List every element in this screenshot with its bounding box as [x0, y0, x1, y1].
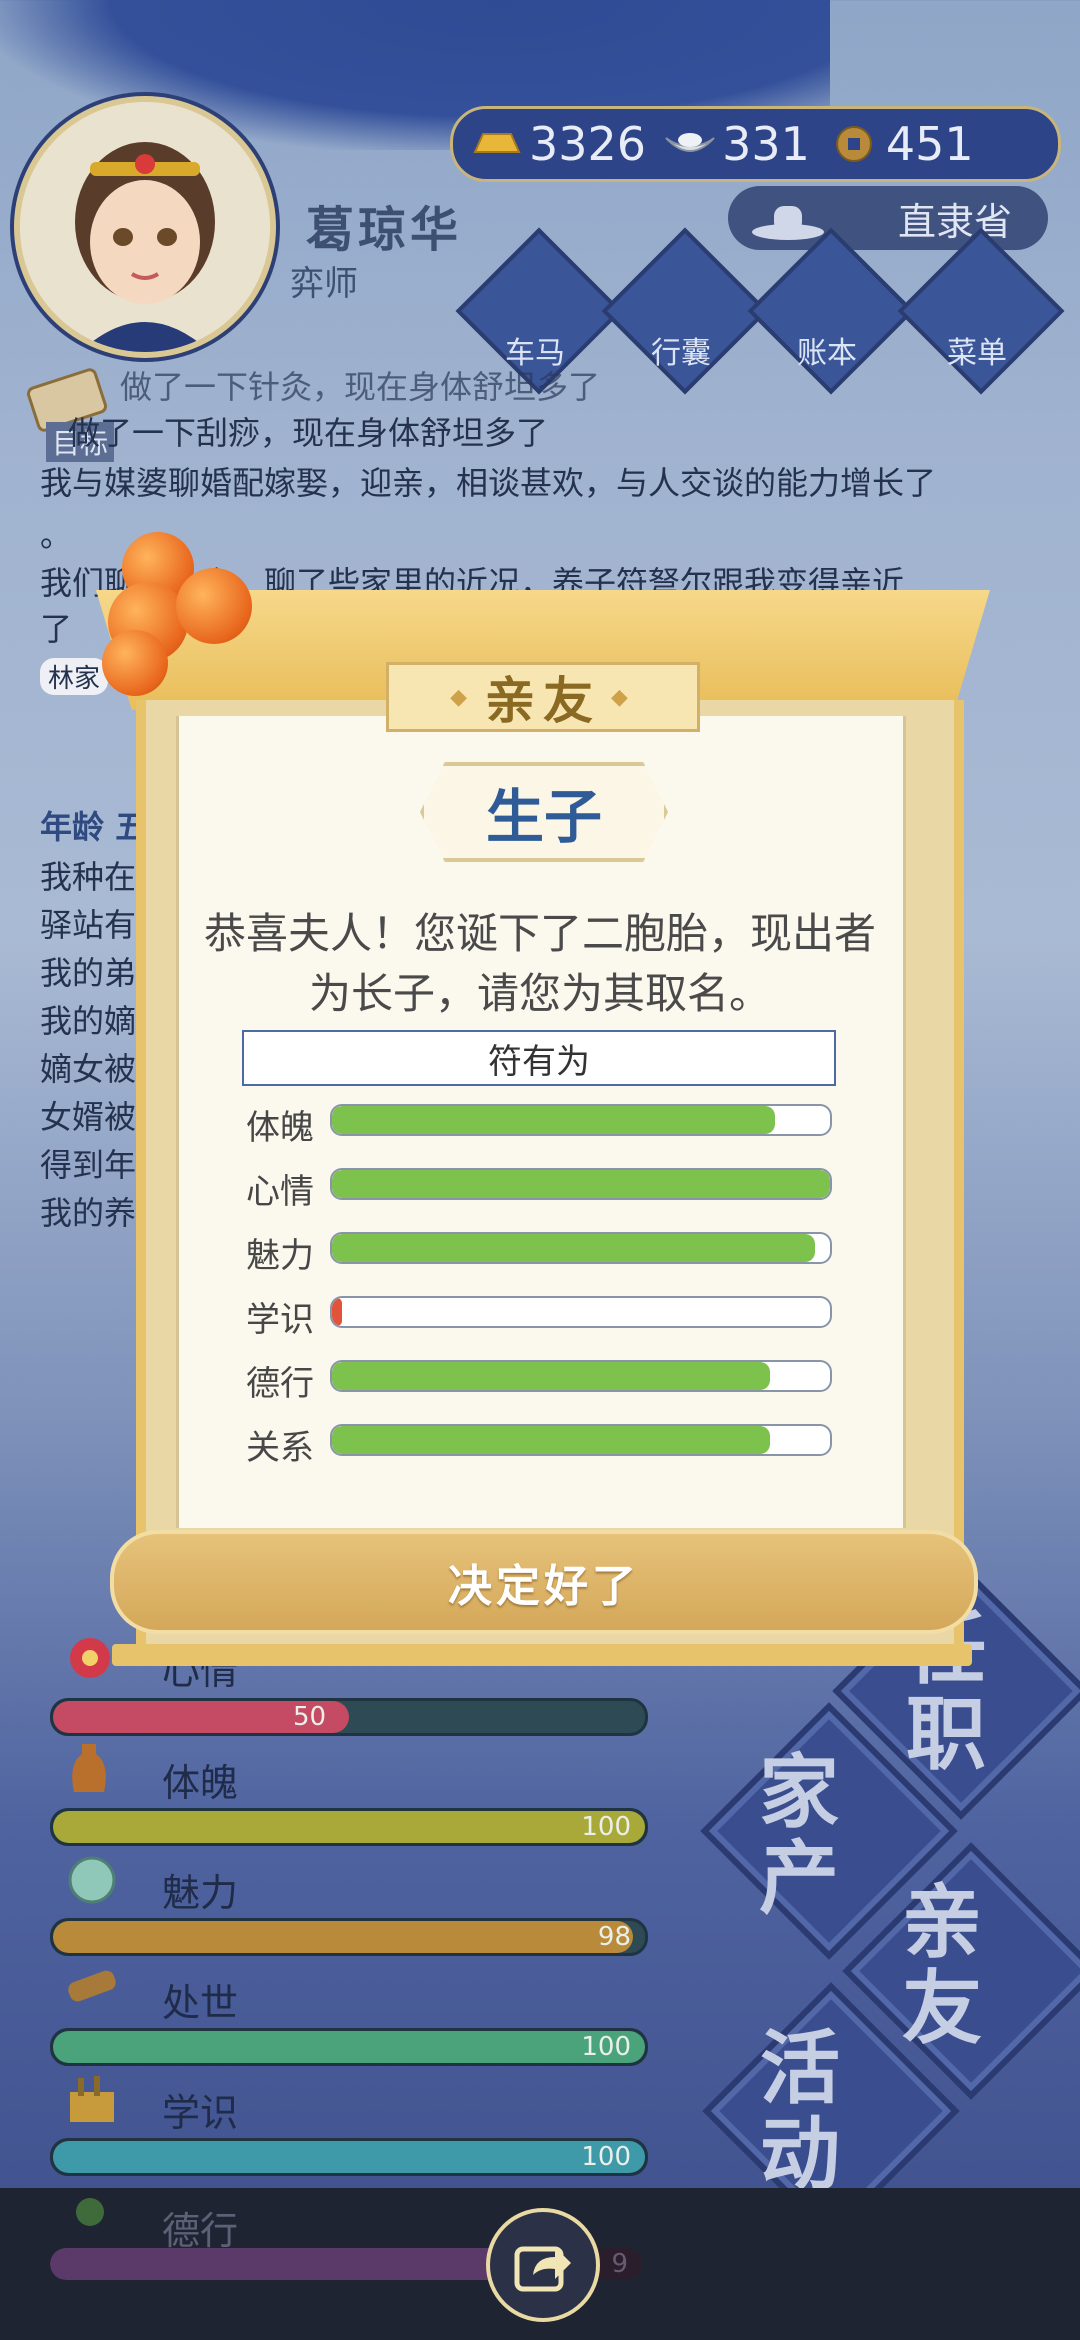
child-stat-bar — [330, 1168, 832, 1200]
diamond-ornament-icon: ◆ — [450, 684, 475, 710]
child-name-input[interactable] — [242, 1030, 836, 1086]
child-stat-label: 魅力 — [246, 1236, 314, 1276]
child-stat-bar — [330, 1232, 832, 1264]
child-stat-bar — [330, 1104, 832, 1136]
child-stat-fill — [332, 1106, 776, 1134]
child-stat-fill — [332, 1170, 830, 1198]
child-stat-label: 德行 — [246, 1364, 314, 1404]
child-stat-fill — [332, 1298, 342, 1326]
modal-tab-title: ◆ 亲友 ◆ — [386, 662, 700, 732]
hawthorn-fruit-icon — [102, 630, 168, 696]
child-stat-bar — [330, 1424, 832, 1456]
child-stat-bar — [330, 1360, 832, 1392]
child-stat-fill — [332, 1426, 771, 1454]
child-stat-label: 关系 — [246, 1428, 314, 1468]
modal-subtitle: 生子 — [420, 762, 668, 862]
confirm-button-label: 决定好了 — [448, 1561, 640, 1612]
confirm-button[interactable]: 决定好了 — [110, 1530, 978, 1634]
child-stat-label: 学识 — [246, 1300, 314, 1340]
child-stat-fill — [332, 1362, 771, 1390]
modal-scroll-bottom — [112, 1644, 972, 1666]
child-stat-label: 心情 — [246, 1172, 314, 1212]
diamond-ornament-icon: ◆ — [611, 684, 636, 710]
modal-tab-title-text: 亲友 — [485, 672, 601, 730]
modal-message: 恭喜夫人！您诞下了二胞胎，现出者为长子，请您为其取名。 — [203, 909, 876, 1018]
child-stat-label: 体魄 — [246, 1108, 314, 1148]
hawthorn-fruit-icon — [176, 568, 252, 644]
child-stat-bar — [330, 1296, 832, 1328]
child-stat-fill — [332, 1234, 816, 1262]
